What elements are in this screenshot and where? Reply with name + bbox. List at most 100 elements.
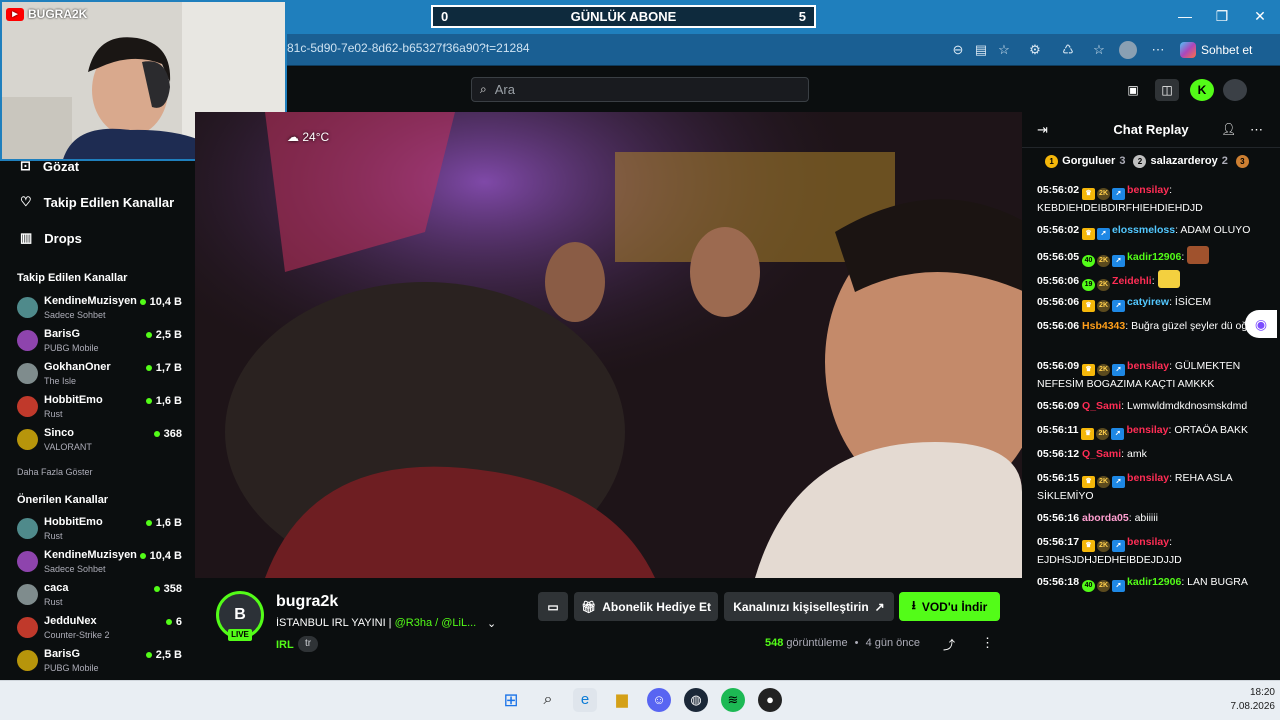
message-username[interactable]: bensilay [1126, 424, 1168, 436]
chat-users-icon[interactable]: 👤︎ [1221, 122, 1236, 136]
message-username[interactable]: bensilay [1127, 536, 1169, 548]
stream-title-mentions[interactable]: @R3ha / @LiL... [395, 617, 477, 629]
viewer-count-value: 358 [163, 583, 182, 595]
favorites-icon[interactable]: ☆ [1090, 41, 1108, 59]
message-text: İSİCEM [1174, 296, 1212, 308]
more-options-icon[interactable]: ⋮ [981, 635, 994, 651]
favorite-star-icon[interactable]: ☆ [995, 41, 1013, 59]
show-more-link[interactable]: Daha Fazla Göster [17, 467, 93, 477]
theater-mode-icon[interactable]: ◫ [1155, 79, 1179, 101]
channel-name: caca [44, 582, 69, 594]
reader-icon[interactable]: ▤ [972, 41, 990, 59]
message-text: abiiiii [1134, 512, 1158, 524]
extensions-icon[interactable]: ⚙ [1026, 41, 1044, 59]
drops-icon: ▥ [20, 230, 33, 245]
minimize-icon[interactable]: — [1170, 6, 1200, 26]
search-icon: ⌕ [480, 82, 487, 96]
floating-assistant-icon[interactable]: ◉ [1245, 310, 1277, 338]
message-text: KEBDIEHDEIBDIRFHIEHDIEHDJD [1037, 202, 1203, 214]
start-icon[interactable]: ⊞ [499, 688, 523, 712]
message-username[interactable]: aborda05 [1082, 512, 1129, 524]
performance-icon[interactable]: ♺ [1059, 41, 1077, 59]
steam-icon[interactable]: ◍ [684, 688, 708, 712]
spotify-icon[interactable]: ≋ [721, 688, 745, 712]
sidebar-channel[interactable]: KendineMuzisyen Sadece Sohbet 10,4 B [17, 295, 187, 325]
message-text: Lwmwldmdkdnosmskdmd [1126, 400, 1248, 412]
message-username[interactable]: Zeidehli [1112, 275, 1152, 287]
sidebar-channel[interactable]: BarisG PUBG Mobile 2,5 B [17, 648, 187, 678]
viewer-count: 368 [153, 428, 182, 440]
chat-menu-icon[interactable]: ⋯ [1250, 122, 1263, 138]
maximize-icon[interactable]: ❐ [1207, 6, 1237, 26]
message-timestamp: 05:56:06 [1037, 320, 1080, 332]
sidebar-channel[interactable]: HobbitEmo Rust 1,6 B [17, 516, 187, 546]
gift-sub-label: Abonelik Hediye Et [602, 599, 711, 614]
message-username[interactable]: kadir12906 [1127, 251, 1181, 263]
channel-name[interactable]: bugra2k [276, 593, 338, 611]
channel-watermark: ▶ BUGRA2K [6, 7, 87, 21]
taskbar-search-icon[interactable]: ⌕ [536, 688, 560, 712]
live-dot-icon [145, 520, 152, 526]
file-explorer-icon[interactable]: ▆ [610, 688, 634, 712]
channel-category: PUBG Mobile [44, 663, 99, 673]
sub-months-badge-icon: 40 [1082, 580, 1096, 592]
share-icon[interactable]: ⤴ [943, 636, 955, 653]
chat-message: 05:56:18 40 2K ➚ kadir12906: LAN BUGRA [1037, 574, 1267, 592]
message-username[interactable]: bensilay [1127, 472, 1169, 484]
gift-sub-button[interactable]: 🎁︎ Abonelik Hediye Et [574, 592, 718, 621]
profile-icon[interactable] [1119, 41, 1137, 59]
download-vod-button[interactable]: ⭳ VOD'u İndir [899, 592, 1000, 621]
chat-title: Chat Replay [1113, 122, 1189, 137]
message-username[interactable]: bensilay [1127, 360, 1169, 372]
video-player[interactable] [195, 112, 1022, 578]
message-username[interactable]: Q_Sami [1082, 400, 1121, 412]
message-username[interactable]: kadir12906 [1127, 576, 1181, 588]
edge-icon[interactable]: e [573, 688, 597, 712]
sidebar-channel[interactable]: HobbitEmo Rust 1,6 B [17, 394, 187, 424]
message-username[interactable]: Hsb4343 [1082, 320, 1125, 332]
search-input[interactable]: ⌕ Ara [471, 77, 809, 102]
leader-name: salazarderoy [1150, 155, 1218, 167]
stream-title-text: İSTANBUL IRL YAYINI | [276, 617, 395, 629]
close-icon[interactable]: ✕ [1245, 6, 1275, 26]
zoom-icon[interactable]: ⊖ [949, 41, 967, 59]
message-timestamp: 05:56:05 [1037, 251, 1080, 263]
sidebar-channel[interactable]: JedduNex Counter-Strike 2 6 [17, 615, 187, 645]
language-tag[interactable]: tr [298, 636, 318, 652]
clip-button[interactable]: ▭ [538, 592, 568, 621]
user-avatar[interactable] [1223, 79, 1247, 101]
viewer-count: 10,4 B [139, 550, 182, 562]
sidebar-channel[interactable]: caca Rust 358 [17, 582, 187, 612]
sidebar-channel[interactable]: BarisG PUBG Mobile 2,5 B [17, 328, 187, 358]
more-menu-icon[interactable]: ⋯ [1149, 41, 1167, 59]
nav-drops[interactable]: ▥ Drops [20, 227, 82, 249]
sidebar-channel[interactable]: GokhanOner The Isle 1,7 B [17, 361, 187, 391]
watermark-brand: BUGRA2K [28, 7, 88, 21]
url-field[interactable]: 81c-5d90-7e02-8d62-b65327f36a90?t=21284 [287, 41, 947, 59]
message-text: EJDHSJDHJEDHEIBDEJDJJD [1037, 554, 1182, 566]
message-username[interactable]: catyirew [1127, 296, 1169, 308]
kick-coin-icon[interactable]: K [1190, 79, 1214, 101]
message-username[interactable]: elossmeloss [1112, 224, 1175, 236]
message-username[interactable]: Q_Sami [1082, 448, 1121, 460]
message-username[interactable]: bensilay [1127, 184, 1169, 196]
obs-icon[interactable]: ● [758, 688, 782, 712]
nav-following[interactable]: ♡ Takip Edilen Kanallar [20, 191, 174, 213]
sidebar-channel[interactable]: Sinco VALORANT 368 [17, 427, 187, 457]
hdr-icon[interactable]: ▣ [1121, 79, 1145, 101]
viewer-count: 6 [165, 616, 182, 628]
chat-message: 05:56:06 19 2K Zeidehli: [1037, 270, 1267, 291]
viewer-count-value: 10,4 B [149, 550, 182, 562]
copilot-chat-button[interactable]: Sohbet et [1180, 40, 1270, 60]
channel-avatar-small [17, 330, 38, 351]
leader-count: 2 [1221, 155, 1228, 167]
gift-icon: 🎁︎ [581, 599, 597, 614]
customize-channel-button[interactable]: Kanalınızı kişiselleştirin ↗ [724, 592, 894, 621]
chevron-down-icon[interactable]: ⌄ [487, 617, 496, 630]
discord-icon[interactable]: ☺ [647, 688, 671, 712]
viewer-count-value: 2,5 B [155, 649, 182, 661]
stream-category[interactable]: IRL [276, 639, 294, 651]
channel-avatar-small [17, 396, 38, 417]
crown-badge-icon: ♛ [1081, 428, 1095, 440]
sidebar-channel[interactable]: KendineMuzisyen Sadece Sohbet 10,4 B [17, 549, 187, 579]
